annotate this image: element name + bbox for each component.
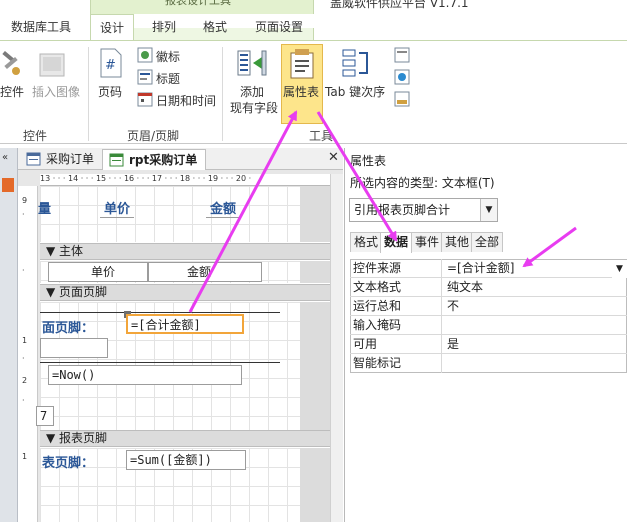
page-footer-now-textbox[interactable]: =Now() <box>48 365 242 385</box>
property-value[interactable]: 是 <box>444 335 459 354</box>
page-footer-empty-textbox[interactable] <box>40 338 108 358</box>
tab-order-label[interactable]: Tab 键次序 <box>325 83 385 100</box>
add-fields-label-1[interactable]: 添加 <box>240 83 264 100</box>
property-name: 运行总和 <box>350 297 442 316</box>
tab-other-props[interactable]: 其他 <box>441 232 474 252</box>
property-value[interactable] <box>444 354 447 373</box>
add-fields-label-2[interactable]: 现有字段 <box>230 99 278 116</box>
group-label-controls: 控件 <box>22 129 47 143</box>
tab-database-tools[interactable]: 数据库工具 <box>0 14 82 40</box>
context-header-text: 报表设计工具 <box>165 0 231 7</box>
report-design-surface[interactable]: 量 单价 金额 ▼ 主体 单价 金额 ▼ 页面页脚 面页脚： =[合计金额] =… <box>36 186 330 522</box>
property-value[interactable]: 不 <box>444 297 459 316</box>
doc-tab-purchase-order[interactable]: 采购订单 <box>20 149 98 170</box>
property-name: 文本格式 <box>350 278 442 297</box>
tab-event-props[interactable]: 事件 <box>411 232 444 252</box>
tab-design[interactable]: 设计 <box>90 14 134 41</box>
property-row-control-source[interactable]: 控件来源 =[合计金额] <box>350 259 627 278</box>
property-sheet-icon <box>290 49 314 79</box>
logo-icon[interactable] <box>137 47 153 63</box>
ribbon: 控件 插入图像 控件 # 页码 徽标 标题 日期和时间 页眉/页脚 添加 现有字… <box>0 40 627 144</box>
group-separator <box>88 47 89 141</box>
insert-image-label: 插入图像 <box>32 85 81 99</box>
add-fields-icon[interactable] <box>236 47 268 79</box>
object-selector-combo[interactable]: 引用报表页脚合计 <box>349 198 498 222</box>
property-name: 输入掩码 <box>350 316 442 335</box>
detail-price-field[interactable]: 单价 <box>48 262 148 282</box>
property-row-input-mask[interactable]: 输入掩码 <box>350 316 627 335</box>
page-number-label[interactable]: 页码 <box>98 83 122 100</box>
section-bar-page-footer[interactable]: ▼ 页面页脚 <box>40 284 330 301</box>
app-title: 盖威软件供应平台 V1.7.1 <box>330 0 469 10</box>
property-sheet-title: 属性表 <box>350 154 387 168</box>
property-tabs: 格式 数据 事件 其他 全部 <box>350 232 627 253</box>
page-header-label-amount[interactable]: 金额 <box>206 198 241 218</box>
divider-line <box>40 312 280 313</box>
property-value[interactable] <box>444 316 447 335</box>
control-icon[interactable] <box>0 51 22 79</box>
property-value[interactable]: 纯文本 <box>444 278 483 297</box>
svg-text:#: # <box>105 58 116 73</box>
report-icon <box>109 153 124 167</box>
vertical-ruler: 9 · · 1 · 2 · 1 <box>18 186 38 522</box>
property-sheet-label[interactable]: 属性表 <box>283 83 319 100</box>
control-button-label[interactable]: 控件 <box>0 83 24 100</box>
code-icon[interactable] <box>394 91 410 107</box>
property-row-smart-tags[interactable]: 智能标记 <box>350 354 627 373</box>
tab-format[interactable]: 格式 <box>192 14 238 40</box>
horizontal-ruler: 13 · · · 14 · · · 15 · · · 16 · · · 17 ·… <box>40 174 330 186</box>
page-footer-mark[interactable]: 7 <box>36 406 54 426</box>
doc-tab-label: 采购订单 <box>46 152 95 166</box>
property-name: 可用 <box>350 335 442 354</box>
tab-data-props[interactable]: 数据 <box>380 232 413 253</box>
property-row-text-format[interactable]: 文本格式 纯文本 <box>350 278 627 297</box>
property-name: 智能标记 <box>350 354 442 373</box>
navigation-pane-strip[interactable]: « <box>0 148 18 522</box>
property-value-control-source[interactable]: =[合计金额] <box>444 259 514 278</box>
section-bar-report-footer[interactable]: ▼ 报表页脚 <box>40 430 330 447</box>
form-icon <box>26 152 41 166</box>
divider-line <box>40 362 280 363</box>
form-icon[interactable] <box>394 47 410 63</box>
report-footer-sum-textbox[interactable]: =Sum([金额]) <box>126 450 246 470</box>
datetime-icon[interactable] <box>137 91 153 107</box>
tab-format-props[interactable]: 格式 <box>350 232 383 252</box>
property-row-enabled[interactable]: 可用 是 <box>350 335 627 354</box>
group-separator <box>222 47 223 141</box>
page-header-grid <box>40 186 300 242</box>
selection-type-label: 所选内容的类型: 文本框(T) <box>350 176 495 190</box>
logo-label[interactable]: 徽标 <box>156 48 180 65</box>
page-footer-sum-textbox[interactable]: =[合计金额] <box>126 314 244 334</box>
group-label-tools: 工具 <box>308 129 333 143</box>
nav-object-icon <box>2 178 14 192</box>
page-header-label-qty[interactable]: 量 <box>38 198 51 217</box>
chevron-down-icon[interactable]: ▼ <box>480 199 497 221</box>
doc-tab-rpt-purchase-order[interactable]: rpt采购订单 <box>102 149 206 170</box>
design-vertical-scrollbar[interactable] <box>330 174 343 522</box>
title-label[interactable]: 标题 <box>156 70 180 87</box>
document-tab-bar: 采购订单 rpt采购订单 ✕ <box>18 148 343 170</box>
property-row-running-sum[interactable]: 运行总和 不 <box>350 297 627 316</box>
detail-amount-field[interactable]: 金额 <box>148 262 262 282</box>
tab-page-setup[interactable]: 页面设置 <box>244 14 314 40</box>
tab-order-icon[interactable] <box>340 47 372 79</box>
report-icon[interactable] <box>394 69 410 85</box>
property-name: 控件来源 <box>350 259 442 278</box>
doc-tab-label: rpt采购订单 <box>129 153 198 167</box>
title-icon[interactable] <box>137 69 153 85</box>
tab-all-props[interactable]: 全部 <box>471 232 504 252</box>
chevron-down-icon[interactable]: ▼ <box>612 260 627 278</box>
page-number-icon[interactable]: # <box>98 47 124 79</box>
section-bar-detail[interactable]: ▼ 主体 <box>40 243 330 260</box>
ribbon-tab-strip: 数据库工具 设计 排列 格式 页面设置 <box>0 14 627 54</box>
insert-image-icon <box>39 53 65 77</box>
report-footer-label[interactable]: 表页脚： <box>42 452 94 471</box>
group-label-header-footer: 页眉/页脚 <box>126 129 180 143</box>
nav-collapse-icon[interactable]: « <box>2 152 8 163</box>
datetime-label[interactable]: 日期和时间 <box>156 92 216 109</box>
close-icon[interactable]: ✕ <box>328 150 339 165</box>
page-header-label-price[interactable]: 单价 <box>100 198 135 218</box>
page-footer-label[interactable]: 面页脚： <box>42 317 94 336</box>
tab-arrange[interactable]: 排列 <box>140 14 188 40</box>
